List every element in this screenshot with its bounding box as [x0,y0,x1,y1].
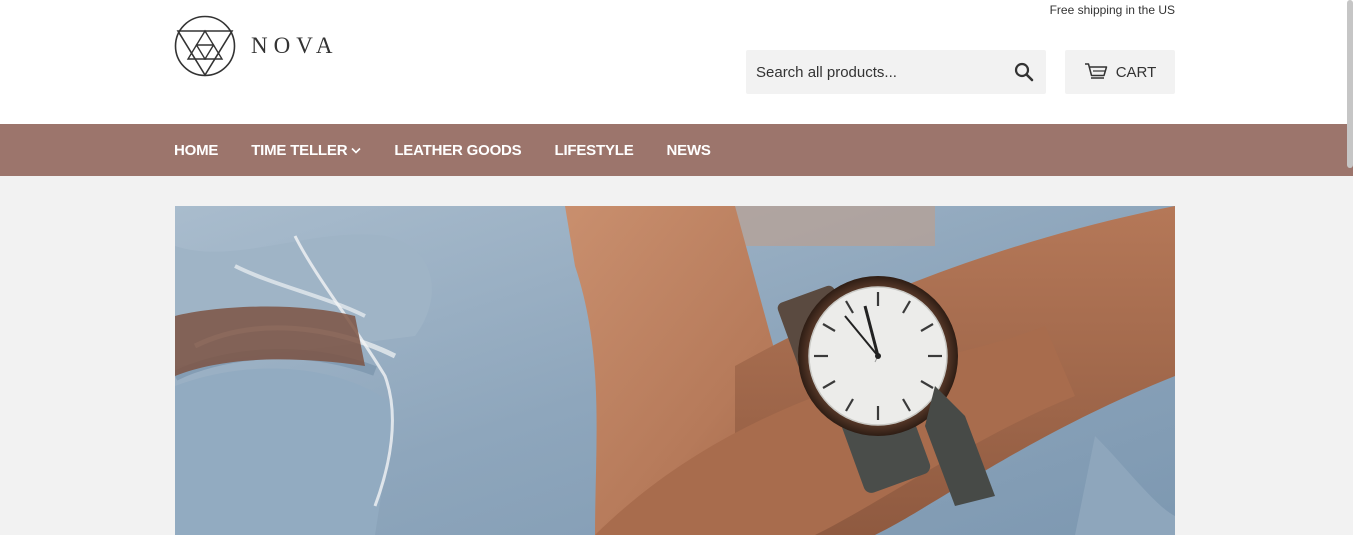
cart-icon [1084,63,1107,79]
search-button[interactable] [1002,50,1046,94]
scrollbar-thumb[interactable] [1347,0,1353,168]
nav-item-news[interactable]: NEWS [667,142,711,159]
nav-list: HOME TIME TELLER LEATHER GOODS LIFESTYLE… [174,124,744,176]
main-navigation: HOME TIME TELLER LEATHER GOODS LIFESTYLE… [0,124,1353,176]
site-header: Free shipping in the US NOVA CART [0,0,1353,124]
nav-item-label: LEATHER GOODS [394,141,522,159]
nav-item-home[interactable]: HOME [174,142,218,159]
nav-item-time-teller[interactable]: TIME TELLER [251,142,361,159]
nav-item-label: NEWS [666,141,711,159]
nav-item-label: LIFESTYLE [554,141,634,159]
cart-button[interactable]: CART [1065,50,1175,94]
nav-item-label: HOME [174,141,219,159]
promo-text: Free shipping in the US [1049,3,1175,17]
cart-label: CART [1115,63,1157,81]
search-bar [746,50,1046,94]
nav-item-leather-goods[interactable]: LEATHER GOODS [394,142,521,159]
site-logo[interactable]: NOVA [174,15,338,77]
nav-item-label: TIME TELLER [251,141,348,159]
triangle-circle-logo-icon [174,15,236,77]
hero-image[interactable] [175,206,1175,535]
chevron-down-icon [351,147,361,154]
nav-item-lifestyle[interactable]: LIFESTYLE [554,142,633,159]
search-input[interactable] [746,50,1002,94]
hero-watch-photo [175,206,1175,535]
logo-wordmark: NOVA [251,33,339,58]
search-icon [1014,62,1034,82]
